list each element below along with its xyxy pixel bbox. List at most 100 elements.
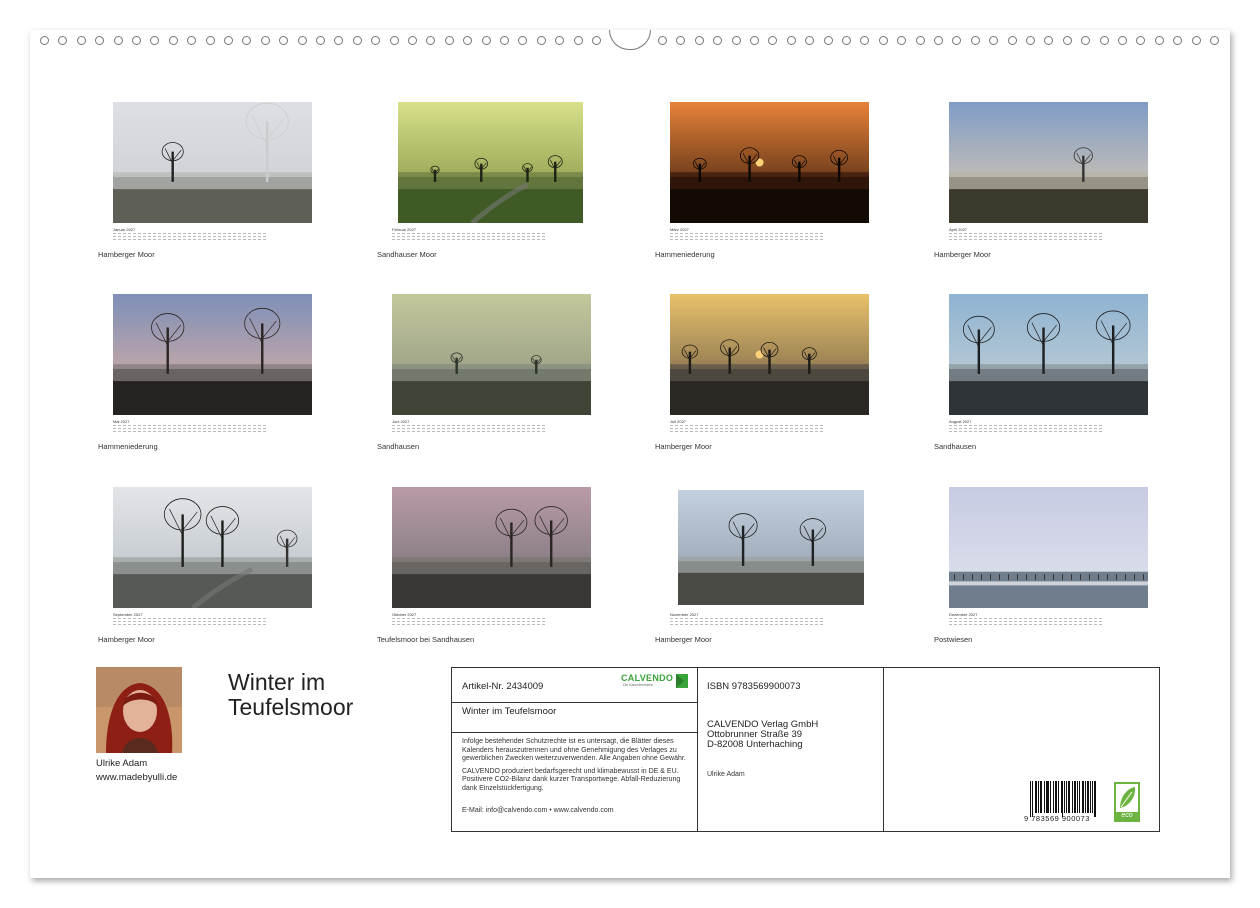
- month-label: August 2027: [949, 419, 972, 424]
- calendar-day-cell: [754, 425, 759, 433]
- calendar-day-row: [949, 425, 1102, 434]
- calendar-day-cell: [262, 425, 266, 433]
- article-number: Artikel-Nr. 2434009: [462, 681, 544, 692]
- calendar-day-cell: [1068, 233, 1073, 241]
- binding-ring: [1173, 36, 1183, 45]
- calendar-day-cell: [496, 233, 501, 241]
- calendar-day-cell: [451, 233, 456, 241]
- month-label: April 2027: [949, 227, 968, 232]
- calendar-day-cell: [456, 618, 461, 626]
- binding-ring: [989, 36, 999, 45]
- calendar-day-cell: [694, 618, 699, 626]
- calendar-day-cell: [993, 233, 998, 241]
- calendar-day-cell: [1028, 425, 1033, 433]
- photo-caption: Hamberger Moor: [98, 635, 155, 644]
- photo-caption: Teufelsmoor bei Sandhausen: [377, 635, 475, 644]
- calendar-day-cell: [511, 425, 516, 433]
- calendar-day-cell: [814, 618, 818, 626]
- calendar-day-cell: [1003, 233, 1008, 241]
- calendar-day-cell: [983, 233, 988, 241]
- calendar-day-cell: [252, 233, 256, 241]
- calendar-day-cell: [182, 425, 187, 433]
- calendar-day-cell: [759, 233, 764, 241]
- calendar-day-cell: [247, 425, 251, 433]
- binding-ring: [389, 36, 399, 45]
- calendar-day-cell: [794, 618, 798, 626]
- calendar-day-cell: [451, 425, 456, 433]
- calendar-day-cell: [719, 618, 724, 626]
- legal-cell: Infolge bestehender Schutzrechte ist es …: [452, 738, 697, 816]
- calendar-day-cell: [227, 425, 232, 433]
- calendar-day-cell: [113, 425, 117, 433]
- calendar-day-cell: [471, 233, 476, 241]
- calendar-day-cell: [978, 425, 983, 433]
- calendar-day-cell: [789, 425, 794, 433]
- calendar-day-cell: [167, 425, 172, 433]
- calendar-day-cell: [993, 425, 998, 433]
- binding-ring: [95, 36, 105, 45]
- calendar-day-cell: [1023, 425, 1028, 433]
- calendar-day-cell: [958, 233, 963, 241]
- calendar-day-cell: [734, 618, 739, 626]
- calendar-day-cell: [1063, 618, 1068, 626]
- calendar-day-cell: [177, 425, 182, 433]
- photo-caption: Hammeniederung: [98, 442, 158, 451]
- calendar-day-cell: [501, 425, 506, 433]
- calendar-day-cell: [988, 425, 993, 433]
- month-photo: [392, 294, 591, 415]
- binding-ring: [842, 36, 851, 45]
- calendar-day-cell: [137, 425, 142, 433]
- calendar-day-cell: [1018, 425, 1023, 433]
- binding-ring: [786, 36, 796, 45]
- calendar-day-cell: [122, 425, 127, 433]
- calendar-day-cell: [804, 618, 808, 626]
- month-photo: [678, 490, 864, 605]
- calendar-day-cell: [1083, 425, 1087, 433]
- binding-ring: [658, 36, 667, 45]
- calendar-day-cell: [1023, 618, 1028, 626]
- calendar-day-cell: [232, 233, 237, 241]
- calendar-day-cell: [516, 233, 520, 241]
- calendar-day-cell: [709, 425, 714, 433]
- calendar-day-cell: [1013, 233, 1018, 241]
- calendar-day-cell: [709, 233, 714, 241]
- binding-ring: [40, 36, 49, 45]
- calendar-day-cell: [436, 425, 441, 433]
- calendar-day-cell: [421, 618, 426, 626]
- calendar-day-cell: [809, 233, 813, 241]
- calendar-day-cell: [978, 618, 983, 626]
- calendar-day-cell: [993, 618, 998, 626]
- calendar-day-cell: [719, 425, 724, 433]
- calendar-day-cell: [132, 618, 137, 626]
- photo-caption: Sandhauser Moor: [377, 250, 437, 259]
- calendar-day-cell: [998, 618, 1003, 626]
- wire-binding: [30, 30, 1230, 52]
- calendar-day-cell: [679, 425, 684, 433]
- publisher-info-box: Artikel-Nr. 2434009 CALVENDO Die Kalende…: [451, 667, 1160, 832]
- calendar-day-cell: [819, 233, 823, 241]
- binding-ring: [279, 36, 289, 45]
- calendar-day-cell: [774, 618, 779, 626]
- calendar-day-cell: [446, 233, 451, 241]
- calendar-day-cell: [764, 618, 769, 626]
- calendar-day-cell: [481, 618, 486, 626]
- calendar-day-cell: [968, 233, 973, 241]
- month-photo: [949, 487, 1148, 608]
- calendar-day-cell: [436, 618, 441, 626]
- calendar-day-cell: [416, 425, 421, 433]
- calendar-day-cell: [1093, 618, 1097, 626]
- calendar-day-cell: [1098, 233, 1102, 241]
- binding-ring: [897, 36, 907, 45]
- calendar-day-cell: [1008, 233, 1013, 241]
- calendar-day-cell: [744, 233, 749, 241]
- calendar-day-cell: [476, 425, 481, 433]
- calendar-day-cell: [814, 233, 818, 241]
- month-label: November 2027: [670, 612, 699, 617]
- month-photo: [949, 294, 1148, 415]
- binding-ring: [334, 36, 344, 45]
- calendar-day-cell: [1048, 618, 1053, 626]
- calendar-day-cell: [794, 425, 798, 433]
- calendar-day-cell: [1078, 425, 1082, 433]
- calvendo-wordmark: CALVENDO: [621, 673, 674, 683]
- calendar-day-cell: [749, 425, 754, 433]
